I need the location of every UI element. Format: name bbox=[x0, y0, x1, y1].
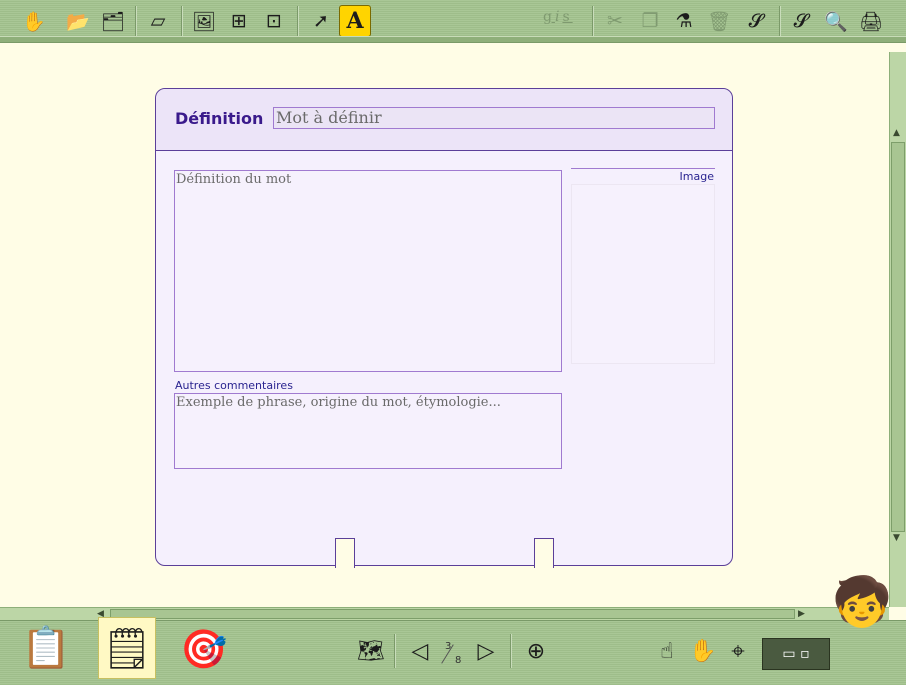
gis-format-icon[interactable]: gis bbox=[543, 9, 573, 25]
page-counter: 3 8 bbox=[441, 641, 465, 667]
vertical-scrollbar[interactable]: ▲ ▼ bbox=[889, 52, 906, 607]
toolbar-separator bbox=[181, 6, 183, 36]
toolbar-separator bbox=[779, 6, 781, 36]
magnifier-icon[interactable]: 🔍 bbox=[822, 7, 850, 35]
toolbar-separator bbox=[592, 6, 594, 36]
grab-hand-icon[interactable]: ✋ bbox=[688, 636, 718, 666]
printer-icon[interactable]: 🖨 bbox=[857, 7, 885, 35]
hand-pointer-icon[interactable]: ☝ bbox=[652, 636, 682, 666]
toolbar-separator bbox=[297, 6, 299, 36]
scroll-right-icon[interactable]: ▶ bbox=[798, 609, 805, 619]
add-page-icon[interactable]: ⊕ bbox=[521, 636, 551, 666]
map-pin-icon[interactable]: 🗺 bbox=[356, 636, 386, 666]
blank-page-icon[interactable]: ▱ bbox=[144, 7, 172, 35]
spiral-icon[interactable]: 𝓢 bbox=[787, 7, 815, 35]
puzzle-icon[interactable]: ✋ bbox=[20, 7, 48, 35]
image-label: Image bbox=[679, 170, 714, 183]
target-icon[interactable]: 🎯 bbox=[176, 622, 232, 676]
open-folder-icon[interactable]: 📂 bbox=[64, 7, 92, 35]
toolbar-separator bbox=[394, 634, 396, 668]
crosshair-icon[interactable]: ⌖ bbox=[723, 636, 753, 666]
image-drop-area[interactable] bbox=[571, 184, 715, 364]
word-to-define-field[interactable]: Mot à définir bbox=[273, 107, 715, 129]
next-page-icon[interactable]: ▷ bbox=[471, 636, 501, 666]
add-image-frame-icon[interactable]: ⊞ bbox=[225, 7, 253, 35]
toolbar-separator bbox=[510, 634, 512, 668]
card-title: Définition bbox=[175, 109, 264, 128]
image-divider bbox=[571, 168, 715, 169]
kid-mascot-icon[interactable]: 🧒 bbox=[832, 565, 892, 637]
spiral-menu-icon[interactable]: 𝓢 bbox=[742, 7, 770, 35]
insert-image-icon[interactable]: 🖼 bbox=[190, 7, 218, 35]
scroll-up-icon[interactable]: ▲ bbox=[893, 128, 900, 138]
card-tab-notch-left bbox=[335, 538, 355, 568]
definition-card: Définition Mot à définir Définition du m… bbox=[155, 88, 733, 568]
add-text-frame-icon[interactable]: ⊡ bbox=[260, 7, 288, 35]
paste-glue-icon[interactable]: ⚗ bbox=[670, 7, 698, 35]
toolbar-separator bbox=[135, 6, 137, 36]
horizontal-scroll-thumb[interactable] bbox=[110, 609, 795, 619]
comments-label: Autres commentaires bbox=[175, 379, 293, 392]
copy-icon[interactable]: ❐ bbox=[636, 7, 664, 35]
vertical-scroll-thumb[interactable] bbox=[891, 142, 905, 532]
total-pages: 8 bbox=[455, 655, 462, 666]
top-toolbar: ✋ 📂 🗂 ▱ 🖼 ⊞ ⊡ ➚ A gis ✂ ❐ ⚗ 🗑 𝓢 𝓢 🔍 🖨 bbox=[0, 0, 906, 43]
folder-menu-icon[interactable]: 🗂 bbox=[99, 7, 127, 35]
notes-pad-icon[interactable]: 🗒 bbox=[98, 617, 156, 679]
text-mode-icon[interactable]: A bbox=[339, 5, 371, 37]
clipboard-checklist-icon[interactable]: 📋 bbox=[20, 617, 72, 677]
comments-field[interactable]: Exemple de phrase, origine du mot, étymo… bbox=[174, 393, 562, 469]
previous-page-icon[interactable]: ◁ bbox=[405, 636, 435, 666]
pointer-arrow-icon[interactable]: ➚ bbox=[307, 7, 335, 35]
trash-icon[interactable]: 🗑 bbox=[705, 7, 733, 35]
scroll-down-icon[interactable]: ▼ bbox=[893, 533, 900, 543]
card-tab-notch-right bbox=[534, 538, 554, 568]
scissors-icon[interactable]: ✂ bbox=[601, 7, 629, 35]
card-header: Définition Mot à définir bbox=[156, 89, 732, 151]
underline-toggle[interactable]: s bbox=[562, 9, 572, 25]
bold-toggle[interactable]: g bbox=[543, 9, 555, 25]
page-layout-preview-icon[interactable]: ▭ ▫ bbox=[762, 638, 830, 670]
definition-field[interactable]: Définition du mot bbox=[174, 170, 562, 372]
